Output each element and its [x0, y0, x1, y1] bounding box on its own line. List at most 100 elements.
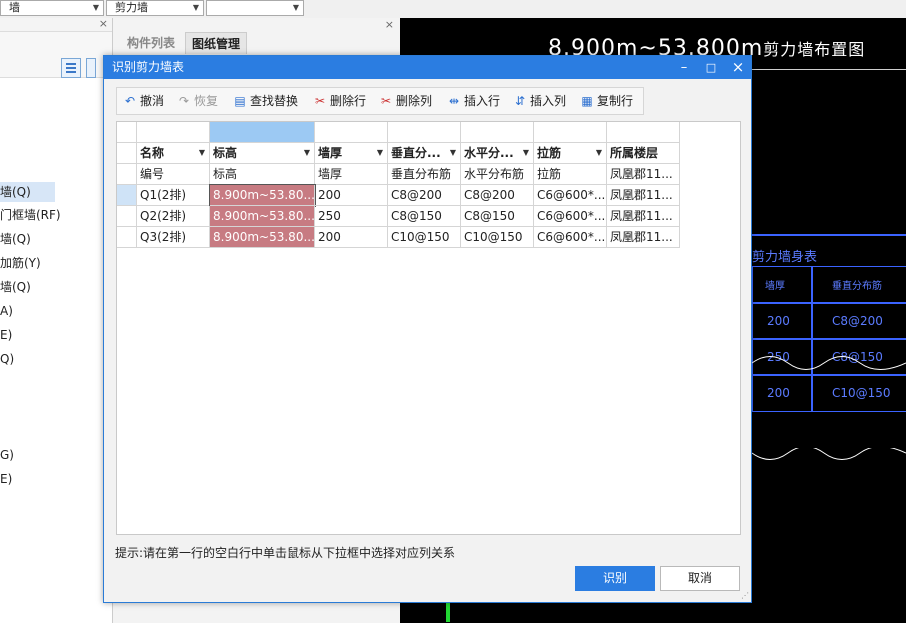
mapping-cell[interactable]	[534, 122, 607, 143]
close-icon[interactable]: ×	[385, 18, 394, 31]
tree-item[interactable]: 墙(Q)	[0, 182, 55, 202]
copy-row-button[interactable]: ▦ 复制行	[580, 88, 633, 114]
wall-table-title: 剪力墙身表	[752, 250, 818, 265]
tree-item[interactable]: 墙(Q)	[0, 229, 112, 249]
row-header[interactable]	[117, 185, 137, 206]
table-cell[interactable]: C8@200	[388, 185, 461, 206]
table-cell[interactable]: 8.900m~53.80...	[210, 206, 315, 227]
mapping-cell[interactable]	[210, 122, 315, 143]
table-cell[interactable]: 编号	[137, 164, 210, 185]
tab-component-list[interactable]: 构件列表	[121, 32, 181, 54]
recognize-button[interactable]: 识别	[575, 566, 655, 591]
list-view-button[interactable]	[61, 58, 81, 78]
cancel-button[interactable]: 取消	[660, 566, 740, 591]
column-header-select[interactable]: 垂直分... ▼	[388, 143, 461, 164]
table-cell[interactable]: 8.900m~53.80...	[209, 184, 316, 207]
table-cell[interactable]: 拉筋	[534, 164, 607, 185]
undo-button[interactable]: ↶ 撤消	[123, 88, 164, 114]
delete-row-button[interactable]: ✂ 删除行	[313, 88, 366, 114]
tree-item[interactable]: G)	[0, 445, 112, 465]
table-cell[interactable]: 凤凰郡11...	[607, 164, 680, 185]
column-header-select[interactable]: 拉筋 ▼	[534, 143, 607, 164]
table-cell[interactable]: 200	[315, 227, 388, 248]
close-button[interactable]: ×	[725, 56, 751, 79]
grid-view-button[interactable]	[86, 58, 96, 78]
redo-button[interactable]: ↷ 恢复	[177, 88, 218, 114]
minimize-button[interactable]: –	[671, 56, 697, 79]
table-cell[interactable]: C8@150	[461, 206, 534, 227]
tree-item[interactable]: 墙(Q)	[0, 277, 112, 297]
table-cell[interactable]: C6@600*...	[534, 185, 607, 206]
tree-item[interactable]: 加筋(Y)	[0, 253, 112, 273]
delete-row-icon: ✂	[314, 94, 326, 108]
maximize-button[interactable]: □	[698, 56, 724, 79]
tree-item[interactable]: E)	[0, 469, 112, 489]
break-line	[752, 356, 906, 370]
table-cell[interactable]: 标高	[210, 164, 315, 185]
table-cell[interactable]: 凤凰郡11...	[607, 206, 680, 227]
table-cell[interactable]: Q3(2排)	[137, 227, 210, 248]
dialog-title: 识别剪力墙表	[104, 56, 751, 79]
undo-icon: ↶	[124, 94, 136, 108]
table-line	[752, 234, 906, 236]
table-cell[interactable]: C10@150	[461, 227, 534, 248]
mapping-cell[interactable]	[461, 122, 534, 143]
row-header	[117, 164, 137, 185]
close-icon[interactable]: ×	[99, 17, 108, 30]
tree-item[interactable]: Q)	[0, 349, 112, 369]
mapping-cell[interactable]	[137, 122, 210, 143]
delete-column-button[interactable]: ✂ 删除列	[379, 88, 432, 114]
row-header[interactable]	[117, 206, 137, 227]
tab-drawing-management[interactable]: 图纸管理	[185, 32, 248, 54]
table-cell[interactable]: 200	[315, 185, 388, 206]
row-header	[117, 122, 137, 143]
table-cell[interactable]: 凤凰郡11...	[607, 185, 680, 206]
table-cell[interactable]: C8@200	[461, 185, 534, 206]
table-cell[interactable]: C6@600*...	[534, 206, 607, 227]
table-line	[752, 302, 906, 304]
table-cell[interactable]: 墙厚	[315, 164, 388, 185]
element-type-select[interactable]: 墙 ▼	[0, 0, 104, 16]
chevron-down-icon: ▼	[595, 148, 602, 157]
tree-item[interactable]: A)	[0, 301, 112, 321]
find-replace-button[interactable]: ▤ 查找替换	[233, 88, 298, 114]
cad-cell: 200	[767, 386, 790, 400]
element-type-value: 墙	[9, 1, 20, 14]
column-header-select[interactable]: 名称 ▼	[137, 143, 210, 164]
row-header[interactable]	[117, 227, 137, 248]
table-cell[interactable]: 水平分布筋	[461, 164, 534, 185]
col-vertical-rebar: 垂直分布筋	[832, 281, 882, 292]
redo-icon: ↷	[178, 94, 190, 108]
table-toolbar: ↶ 撤消 ↷ 恢复 ▤ 查找替换 ✂ 删除行 ✂ 删除列 ⇹ 插入行 ⇵ 插入列 ▦ 复制行	[116, 87, 644, 115]
col-wall-thickness: 墙厚	[765, 281, 785, 292]
mapping-cell[interactable]	[315, 122, 388, 143]
column-header-select[interactable]: 所属楼层	[607, 143, 680, 164]
insert-row-icon: ⇹	[448, 94, 460, 108]
table-cell[interactable]: 凤凰郡11...	[607, 227, 680, 248]
mapping-cell[interactable]	[388, 122, 461, 143]
cad-cell: C10@150	[832, 386, 891, 400]
element-subtype-select[interactable]: 剪力墙 ▼	[106, 0, 204, 16]
chevron-down-icon: ▼	[376, 148, 383, 157]
insert-row-button[interactable]: ⇹ 插入行	[447, 88, 500, 114]
mapping-cell[interactable]	[607, 122, 680, 143]
chevron-down-icon: ▼	[303, 148, 310, 157]
column-header-select[interactable]: 墙厚 ▼	[315, 143, 388, 164]
column-header-select[interactable]: 标高 ▼	[210, 143, 315, 164]
table-cell[interactable]: C10@150	[388, 227, 461, 248]
table-cell[interactable]: Q1(2排)	[137, 185, 210, 206]
tree-item[interactable]: E)	[0, 325, 112, 345]
table-cell[interactable]: Q2(2排)	[137, 206, 210, 227]
resize-grip-icon[interactable]: ⋰	[741, 591, 749, 600]
chevron-down-icon: ▼	[292, 3, 299, 12]
row-header	[117, 143, 137, 164]
component-select[interactable]: ▼	[206, 0, 304, 16]
table-cell[interactable]: C8@150	[388, 206, 461, 227]
insert-column-button[interactable]: ⇵ 插入列	[513, 88, 566, 114]
table-cell[interactable]: 8.900m~53.80...	[210, 227, 315, 248]
table-cell[interactable]: C6@600*...	[534, 227, 607, 248]
tree-item[interactable]: 门框墙(RF)	[0, 205, 112, 225]
table-cell[interactable]: 250	[315, 206, 388, 227]
table-cell[interactable]: 垂直分布筋	[388, 164, 461, 185]
column-header-select[interactable]: 水平分... ▼	[461, 143, 534, 164]
